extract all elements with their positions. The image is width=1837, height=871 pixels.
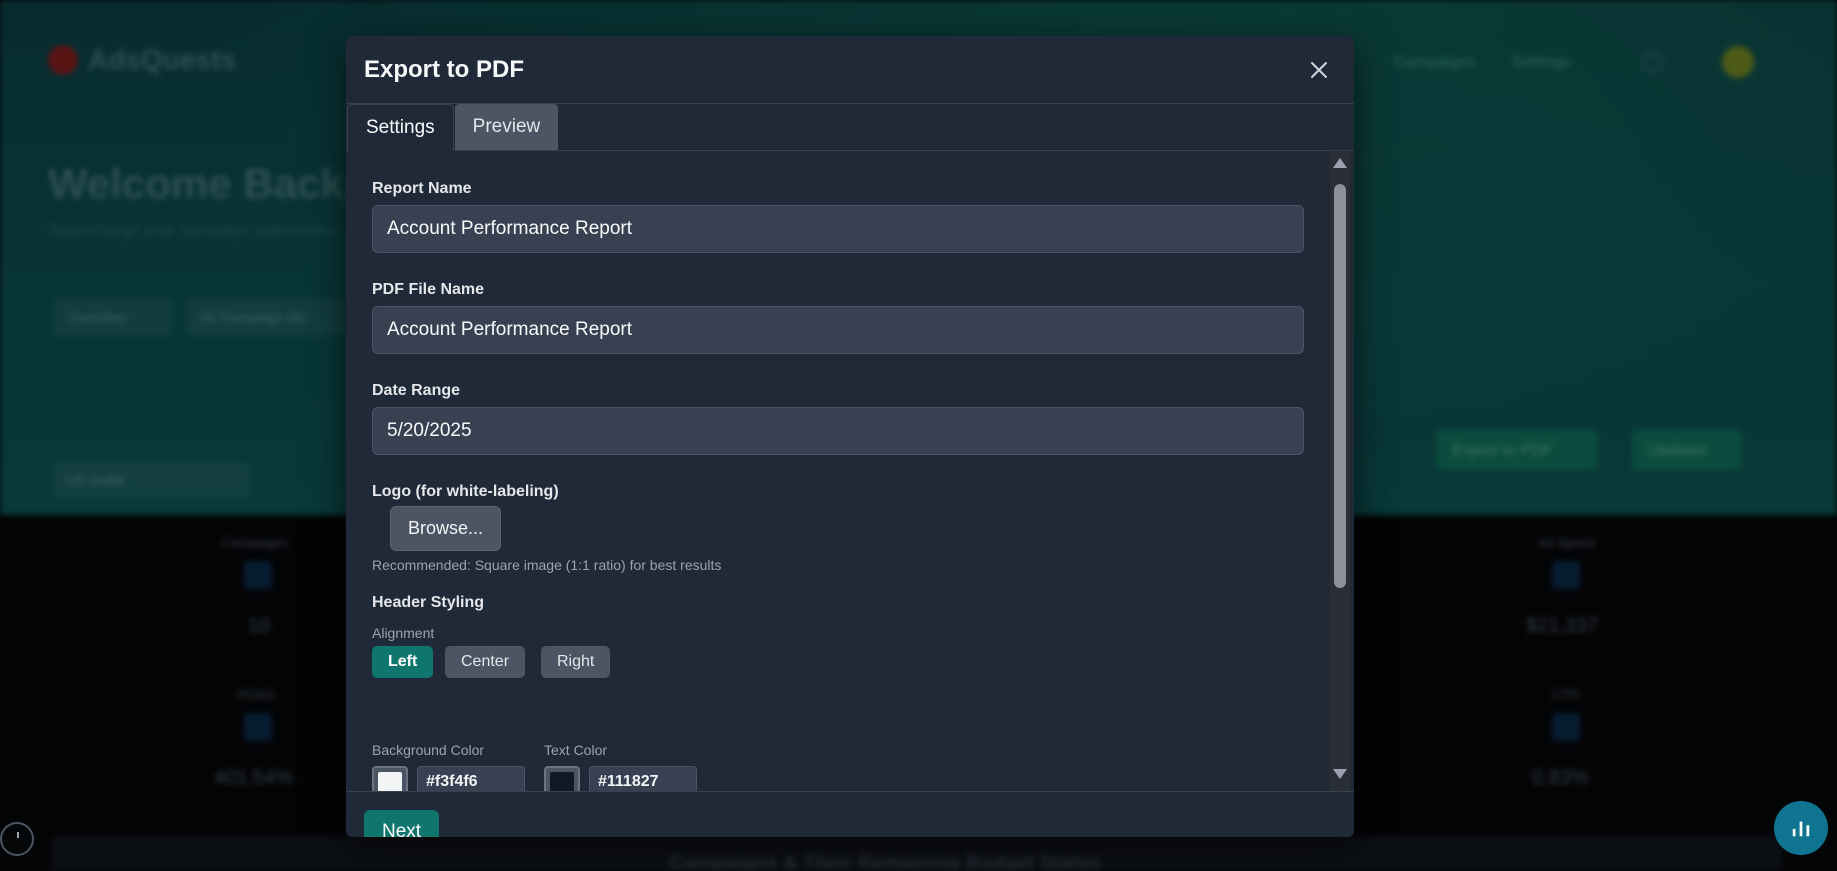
logo-label: Logo (for white-labeling) bbox=[372, 483, 559, 500]
scroll-down-icon[interactable] bbox=[1333, 769, 1347, 779]
modal-footer: Next bbox=[346, 791, 1354, 837]
bar-chart-icon bbox=[1792, 821, 1810, 837]
background-color-preview bbox=[378, 772, 402, 791]
modal-title: Export to PDF bbox=[364, 55, 524, 83]
alignment-label: Alignment bbox=[372, 625, 435, 641]
clock-icon bbox=[0, 822, 34, 856]
settings-scroll-area[interactable]: Report Name PDF File Name Date Range Log… bbox=[346, 151, 1354, 791]
scroll-thumb[interactable] bbox=[1334, 184, 1346, 588]
export-pdf-modal: Export to PDF Settings Preview Report Na… bbox=[346, 36, 1354, 837]
align-right-button[interactable]: Right bbox=[541, 646, 611, 678]
header-styling-title: Header Styling bbox=[372, 594, 485, 611]
vertical-scrollbar[interactable] bbox=[1330, 151, 1350, 791]
pdf-file-name-label: PDF File Name bbox=[372, 281, 485, 298]
pdf-file-name-input[interactable] bbox=[372, 306, 1304, 354]
tab-settings[interactable]: Settings bbox=[347, 104, 454, 151]
report-name-label: Report Name bbox=[372, 180, 472, 197]
close-button[interactable] bbox=[1306, 57, 1332, 83]
date-range-label: Date Range bbox=[372, 382, 461, 399]
date-range-input[interactable] bbox=[372, 407, 1304, 455]
background-color-swatch[interactable] bbox=[372, 766, 408, 791]
analytics-fab-button[interactable] bbox=[1774, 801, 1828, 855]
logo-hint: Recommended: Square image (1:1 ratio) fo… bbox=[372, 557, 722, 573]
align-center-button[interactable]: Center bbox=[445, 646, 526, 678]
close-icon bbox=[1311, 61, 1327, 78]
text-color-label: Text Color bbox=[544, 742, 608, 758]
background-color-label: Background Color bbox=[372, 742, 485, 758]
background-color-input[interactable] bbox=[417, 766, 525, 791]
tab-preview[interactable]: Preview bbox=[454, 104, 559, 150]
browse-logo-button[interactable]: Browse... bbox=[390, 506, 502, 551]
next-button[interactable]: Next bbox=[364, 810, 440, 837]
report-name-input[interactable] bbox=[372, 205, 1304, 253]
modal-header: Export to PDF bbox=[346, 36, 1354, 104]
align-left-button[interactable]: Left bbox=[372, 646, 434, 678]
text-color-preview bbox=[550, 772, 574, 791]
scroll-up-icon[interactable] bbox=[1333, 158, 1347, 168]
text-color-input[interactable] bbox=[589, 766, 697, 791]
text-color-swatch[interactable] bbox=[544, 766, 580, 791]
modal-tabs: Settings Preview bbox=[346, 104, 1354, 151]
